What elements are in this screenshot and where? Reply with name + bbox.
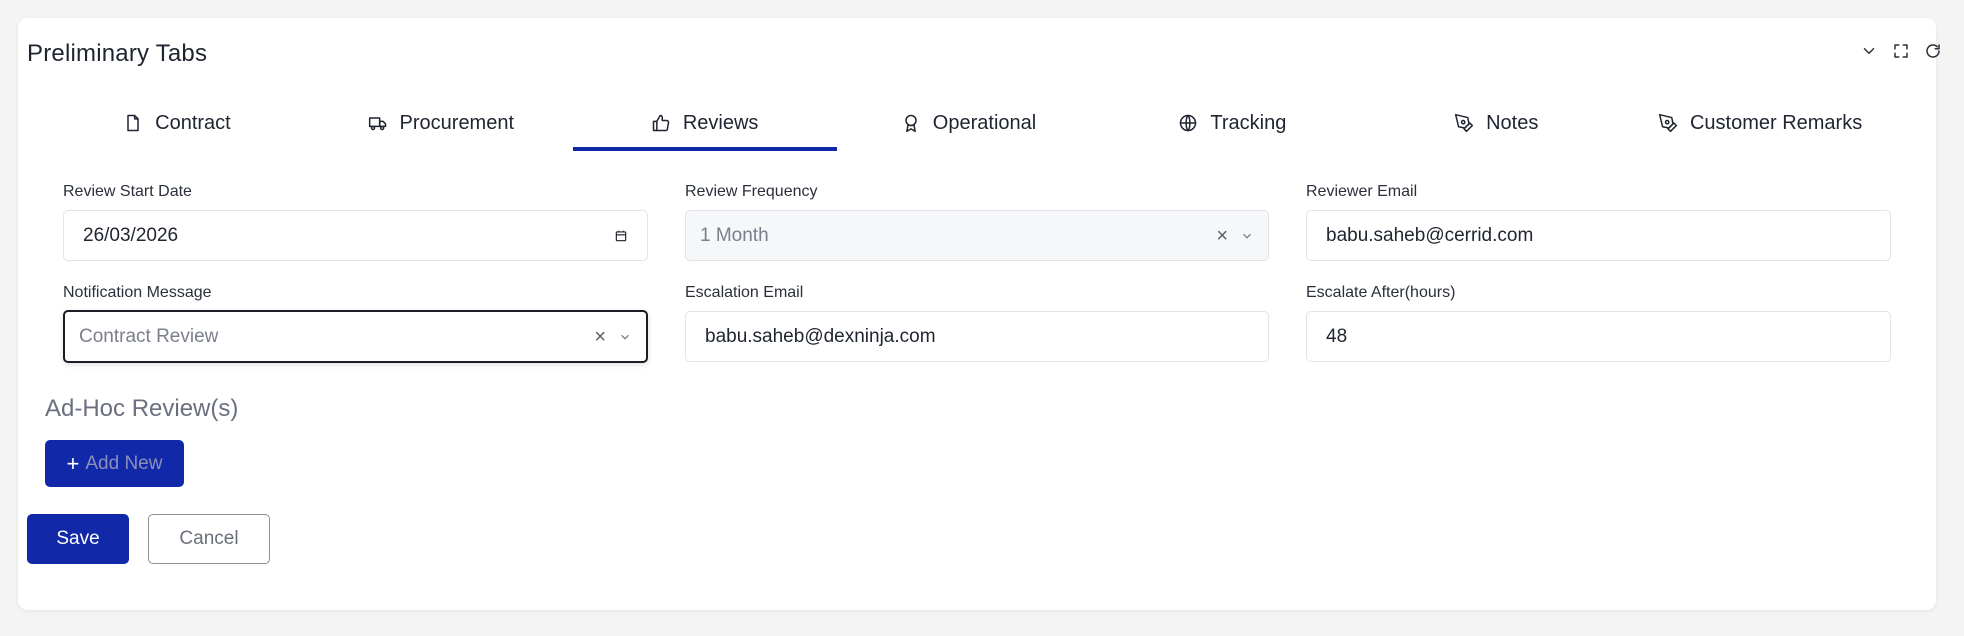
reviewer-email-field[interactable]: babu.saheb@cerrid.com	[1306, 210, 1891, 261]
tab-label: Reviews	[682, 111, 759, 134]
tab-label: Notes	[1486, 111, 1539, 134]
fullscreen-icon[interactable]	[1890, 40, 1912, 62]
tab-reviews[interactable]: Reviews	[572, 95, 837, 151]
chevron-down-icon[interactable]	[1858, 40, 1880, 62]
escalate-after-value: 48	[1326, 325, 1348, 347]
tab-label: Operational	[932, 111, 1037, 134]
file-icon	[127, 114, 139, 132]
tab-label: Contract	[155, 111, 231, 134]
chevron-down-icon[interactable]	[1240, 229, 1254, 243]
plus-icon: +	[66, 450, 80, 476]
notification-message-select[interactable]: Contract Review ×	[63, 310, 648, 363]
review-frequency-label: Review Frequency	[685, 183, 818, 200]
tab-bar: Contract Procurement Reviews Operational…	[45, 95, 1892, 151]
notification-message-label: Notification Message	[63, 284, 212, 301]
clear-icon[interactable]: ×	[1216, 226, 1228, 246]
tab-label: Procurement	[399, 111, 515, 134]
card-header-actions	[1858, 40, 1944, 62]
pen-tool-icon	[1455, 113, 1474, 133]
calendar-icon[interactable]	[614, 229, 628, 243]
refresh-icon[interactable]	[1922, 40, 1944, 62]
review-start-date-field[interactable]: 26/03/2026	[63, 210, 648, 261]
award-icon	[905, 114, 917, 133]
notification-message-value: Contract Review	[79, 325, 219, 347]
review-start-date-label: Review Start Date	[63, 183, 192, 200]
add-new-button[interactable]: + Add New	[45, 440, 184, 487]
escalate-after-field[interactable]: 48	[1306, 311, 1891, 362]
adhoc-reviews-heading: Ad-Hoc Review(s)	[45, 395, 239, 422]
escalation-email-field[interactable]: babu.saheb@dexninja.com	[685, 311, 1269, 362]
review-frequency-select[interactable]: 1 Month ×	[685, 210, 1269, 261]
truck-icon	[368, 117, 386, 131]
reviewer-email-label: Reviewer Email	[1306, 183, 1418, 200]
tab-procurement[interactable]: Procurement	[309, 95, 573, 151]
review-start-date-value: 26/03/2026	[83, 224, 179, 246]
add-new-label: Add New	[85, 452, 163, 474]
globe-icon	[1180, 114, 1197, 132]
clear-icon[interactable]: ×	[594, 327, 606, 347]
tab-customer-remarks[interactable]: Customer Remarks	[1628, 95, 1892, 151]
tab-label: Customer Remarks	[1689, 111, 1863, 134]
save-button[interactable]: Save	[27, 514, 129, 564]
reviewer-email-value: babu.saheb@cerrid.com	[1326, 224, 1534, 246]
escalate-after-label: Escalate After(hours)	[1306, 284, 1456, 301]
tab-tracking[interactable]: Tracking	[1100, 95, 1364, 151]
tab-contract[interactable]: Contract	[45, 95, 309, 151]
escalation-email-label: Escalation Email	[685, 284, 804, 301]
card-title: Preliminary Tabs	[27, 40, 208, 67]
tab-notes[interactable]: Notes	[1364, 95, 1628, 151]
cancel-button[interactable]: Cancel	[148, 514, 270, 564]
pen-tool-icon	[1658, 113, 1678, 133]
chevron-down-icon[interactable]	[618, 330, 632, 344]
escalation-email-value: babu.saheb@dexninja.com	[705, 325, 936, 347]
tab-operational[interactable]: Operational	[837, 95, 1101, 151]
review-frequency-value: 1 Month	[700, 224, 769, 246]
tab-label: Tracking	[1210, 111, 1287, 134]
thumbs-up-icon	[652, 114, 670, 132]
